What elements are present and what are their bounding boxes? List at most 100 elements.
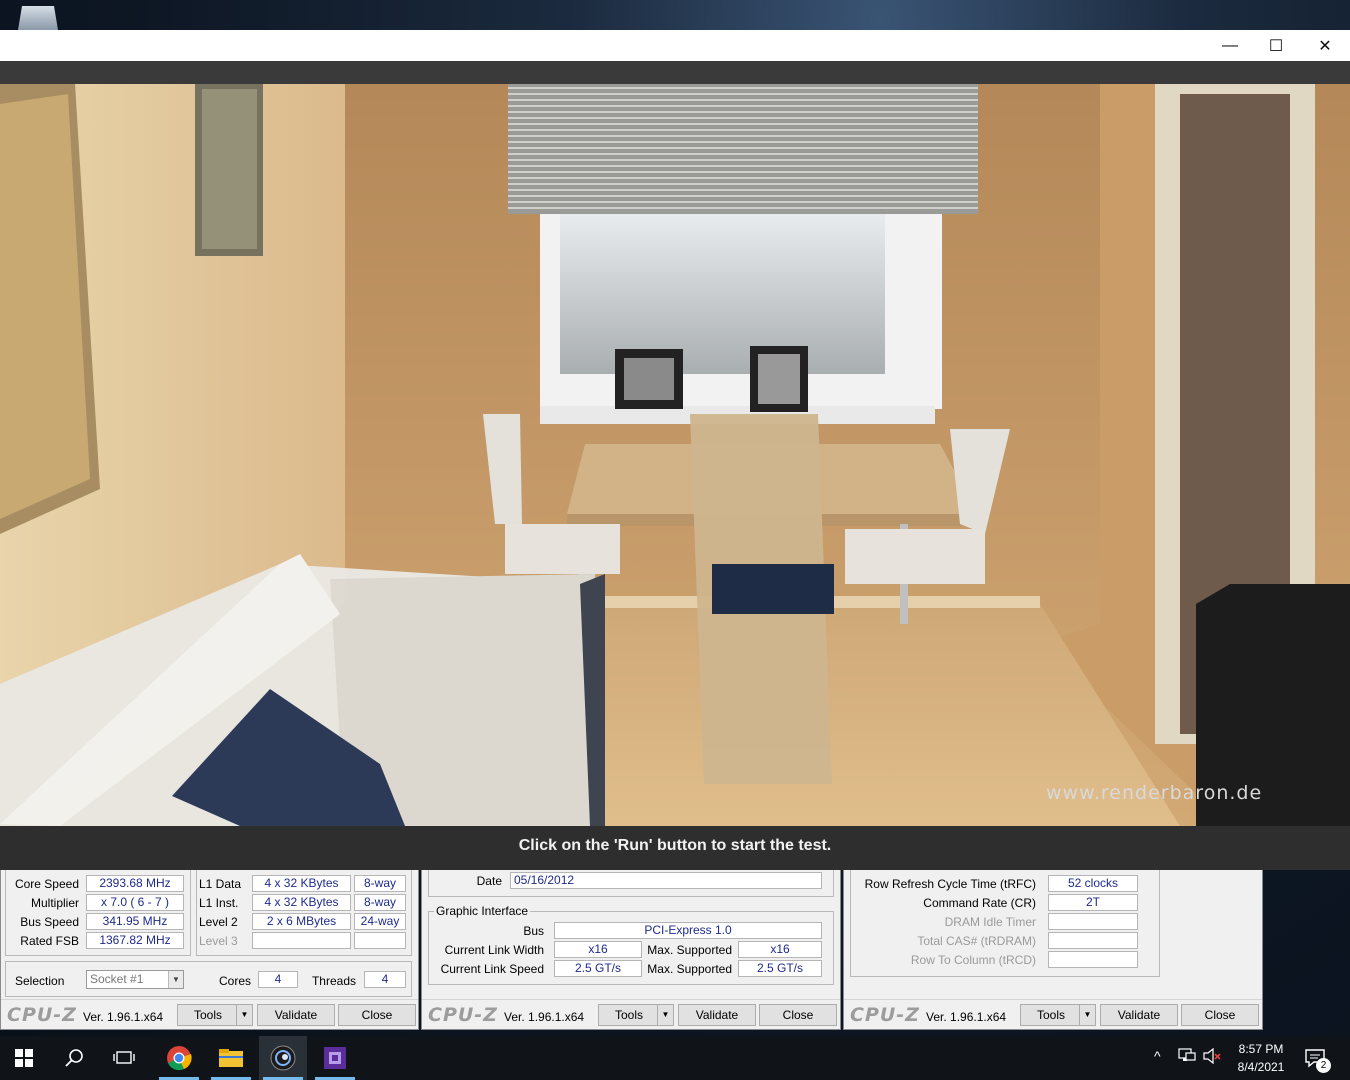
bus-value: PCI-Express 1.0 (554, 922, 822, 939)
link-speed-max-label: Max. Supported (647, 962, 732, 976)
chevron-down-icon[interactable]: ▼ (657, 1005, 673, 1025)
cpuz-app-icon[interactable] (311, 1036, 359, 1080)
link-width-max-label: Max. Supported (647, 943, 732, 957)
multiplier-value: x 7.0 ( 6 - 7 ) (86, 894, 184, 911)
windows-start-icon[interactable] (0, 1036, 48, 1080)
room-render (0, 84, 1350, 826)
trfc-label: Row Refresh Cycle Time (tRFC) (864, 877, 1036, 891)
l1-data-way: 8-way (354, 875, 406, 892)
action-center-icon[interactable]: 2 (1304, 1046, 1331, 1073)
chevron-up-icon[interactable]: ^ (1154, 1048, 1161, 1064)
cpuz-logo: CPU-Z (428, 1004, 498, 1026)
viewer-header-strip (0, 61, 1350, 84)
chevron-down-icon: ▼ (168, 971, 183, 988)
bios-date-value: 05/16/2012 (510, 872, 822, 889)
validate-button[interactable]: Validate (678, 1004, 756, 1026)
volume-muted-icon[interactable] (1203, 1047, 1221, 1067)
minimize-icon: — (1222, 36, 1238, 54)
level3-value (252, 932, 351, 949)
level2-way: 24-way (354, 913, 406, 930)
core-speed-label: Core Speed (14, 877, 79, 891)
cpuz-logo: CPU-Z (7, 1004, 77, 1026)
cpuz-footer: CPU-Z Ver. 1.96.1.x64 Tools ▼ Validate Cl… (422, 999, 840, 1029)
close-button[interactable]: Close (1181, 1004, 1259, 1026)
cpuz-version: Ver. 1.96.1.x64 (926, 1010, 1007, 1024)
tools-button-label: Tools (614, 1008, 643, 1022)
network-icon[interactable] (1178, 1048, 1196, 1067)
system-clock[interactable]: 8:57 PM 8/4/2021 (1226, 1040, 1296, 1076)
tools-button-label: Tools (1036, 1008, 1065, 1022)
graphic-interface-label: Graphic Interface (434, 904, 531, 918)
close-button[interactable]: Close (338, 1004, 416, 1026)
benchmark-app-icon[interactable] (259, 1036, 307, 1080)
chevron-down-icon[interactable]: ▼ (1079, 1005, 1095, 1025)
watermark-text: www.renderbaron.de (1046, 782, 1263, 804)
link-width-max-value: x16 (738, 941, 822, 958)
command-rate-value: 2T (1048, 894, 1138, 911)
clock-date: 8/4/2021 (1237, 1060, 1285, 1074)
status-message: Click on the 'Run' button to start the t… (0, 826, 1350, 870)
window-close-button[interactable]: ✕ (1302, 30, 1348, 61)
tools-button-label: Tools (193, 1008, 222, 1022)
link-width-value: x16 (554, 941, 642, 958)
clock-time: 8:57 PM (1238, 1042, 1284, 1056)
rated-fsb-label: Rated FSB (20, 934, 79, 948)
cpuz-footer: CPU-Z Ver. 1.96.1.x64 Tools ▼ Validate Cl… (844, 999, 1262, 1029)
trcd-value (1048, 951, 1138, 968)
link-speed-max-value: 2.5 GT/s (738, 960, 822, 977)
socket-select-value: Socket #1 (90, 972, 144, 986)
recycle-bin-icon[interactable] (18, 6, 58, 30)
minimize-button[interactable]: — (1207, 30, 1253, 61)
maximize-button[interactable]: ☐ (1253, 30, 1299, 61)
link-speed-label: Current Link Speed (440, 962, 544, 976)
bus-speed-label: Bus Speed (20, 915, 79, 929)
trfc-value: 52 clocks (1048, 875, 1138, 892)
bus-label: Bus (523, 924, 544, 938)
render-scene-image: www.renderbaron.de (0, 84, 1350, 826)
dram-idle-label: DRAM Idle Timer (944, 915, 1036, 929)
close-button[interactable]: Close (759, 1004, 837, 1026)
chevron-down-icon[interactable]: ▼ (236, 1005, 252, 1025)
cpuz-window-cpu: Core Speed 2393.68 MHz Multiplier x 7.0 … (0, 862, 419, 1030)
threads-label: Threads (311, 974, 356, 988)
chrome-icon[interactable] (155, 1036, 203, 1080)
command-rate-label: Command Rate (CR) (923, 896, 1036, 910)
file-explorer-icon[interactable] (207, 1036, 255, 1080)
tools-button[interactable]: Tools ▼ (598, 1004, 674, 1026)
l1-data-label: L1 Data (199, 877, 242, 891)
bus-speed-value: 341.95 MHz (86, 913, 184, 930)
cores-label: Cores (218, 974, 251, 988)
maximize-icon: ☐ (1268, 37, 1284, 55)
threads-value: 4 (364, 971, 406, 988)
cpuz-footer: CPU-Z Ver. 1.96.1.x64 Tools ▼ Validate Cl… (1, 999, 418, 1029)
level2-label: Level 2 (199, 915, 238, 929)
tools-button[interactable]: Tools ▼ (177, 1004, 253, 1026)
trdram-value (1048, 932, 1138, 949)
trdram-label: Total CAS# (tRDRAM) (917, 934, 1036, 948)
link-width-label: Current Link Width (444, 943, 544, 957)
level3-way (354, 932, 406, 949)
date-label: Date (476, 874, 502, 888)
level2-value: 2 x 6 MBytes (252, 913, 351, 930)
cpuz-logo: CPU-Z (850, 1004, 920, 1026)
l1-inst-label: L1 Inst. (199, 896, 239, 910)
selection-label: Selection (15, 974, 65, 988)
dram-idle-value (1048, 913, 1138, 930)
benchmark-viewer-window: — ☐ ✕ www.renderbaron.de Click on the 'R… (0, 30, 1350, 870)
cores-value: 4 (258, 971, 298, 988)
notification-count-badge: 2 (1316, 1058, 1331, 1073)
search-icon[interactable] (50, 1036, 98, 1080)
cpuz-window-mainboard: Date 05/16/2012 Graphic Interface Bus PC… (421, 862, 841, 1030)
cpuz-window-memory: Row Refresh Cycle Time (tRFC) 52 clocks … (843, 862, 1263, 1030)
tools-button[interactable]: Tools ▼ (1020, 1004, 1096, 1026)
socket-select[interactable]: Socket #1 ▼ (86, 970, 184, 989)
core-speed-value: 2393.68 MHz (86, 875, 184, 892)
task-view-icon[interactable] (100, 1036, 148, 1080)
validate-button[interactable]: Validate (1100, 1004, 1178, 1026)
l1-data-value: 4 x 32 KBytes (252, 875, 351, 892)
validate-button[interactable]: Validate (257, 1004, 335, 1026)
cpuz-version: Ver. 1.96.1.x64 (83, 1010, 164, 1024)
window-titlebar[interactable]: — ☐ ✕ (0, 30, 1350, 61)
close-icon: ✕ (1318, 37, 1332, 55)
l1-inst-way: 8-way (354, 894, 406, 911)
